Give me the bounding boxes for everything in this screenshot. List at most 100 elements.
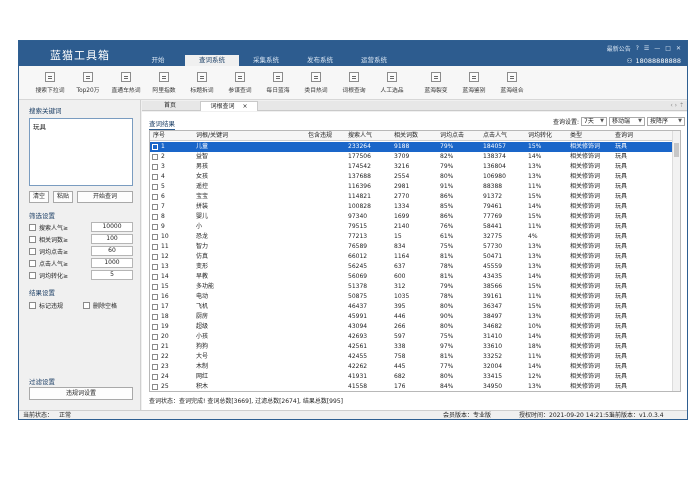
toolbar-button-11[interactable]: 蓝海鉴别	[455, 66, 493, 100]
column-header[interactable]: 类型	[570, 131, 582, 141]
filter-checkbox[interactable]	[29, 271, 36, 279]
sort-select[interactable]: 按降序 ▼	[647, 117, 685, 126]
column-header[interactable]: 相关词数	[394, 131, 418, 141]
violation-settings-button[interactable]: 违规词设置	[29, 387, 133, 400]
scrollbar-thumb[interactable]	[674, 143, 679, 157]
minimize-icon[interactable]: —	[654, 45, 660, 52]
toolbar-button-1[interactable]: Top20万	[69, 66, 107, 100]
table-row[interactable]: 6 宝宝 114821 2770 86% 91372 15% 相关修饰词 玩具	[150, 192, 672, 202]
table-row[interactable]: 18 厨房 45991 446 90% 38497 13% 相关修饰词 玩具	[150, 312, 672, 322]
close-icon[interactable]: ✕	[676, 45, 681, 52]
tab-home[interactable]: 首页	[157, 101, 183, 111]
user-phone[interactable]: ⚇ 18088888888	[627, 57, 681, 65]
row-checkbox[interactable]	[152, 364, 158, 370]
row-checkbox[interactable]	[152, 254, 158, 260]
table-row[interactable]: 11 智力 76589 834 75% 57730 13% 相关修饰词 玩具	[150, 242, 672, 252]
toolbar-button-6[interactable]: 每日蓝海	[259, 66, 297, 100]
tab-root-query[interactable]: 词根查词 ×	[200, 101, 258, 111]
remove-space-option[interactable]: 删除空格	[83, 300, 117, 310]
row-checkbox[interactable]	[152, 334, 158, 340]
toolbar-button-12[interactable]: 蓝海组合	[493, 66, 531, 100]
table-row[interactable]: 3 男孩 174542 3216 79% 136804 13% 相关修饰词 玩具	[150, 162, 672, 172]
filter-checkbox[interactable]	[29, 259, 36, 267]
filter-value-input[interactable]: 1000	[91, 258, 133, 268]
column-header[interactable]: 包含违规	[308, 131, 332, 141]
table-row[interactable]: 20 小孩 42693 597 75% 31410 14% 相关修饰词 玩具	[150, 332, 672, 342]
vertical-scrollbar[interactable]	[672, 131, 680, 391]
column-header[interactable]: 词均转化	[528, 131, 552, 141]
tab-close-icon[interactable]: ×	[242, 103, 247, 110]
row-checkbox[interactable]	[152, 304, 158, 310]
row-checkbox[interactable]	[152, 194, 158, 200]
table-row[interactable]: 23 木制 42262 445 77% 32004 14% 相关修饰词 玩具	[150, 362, 672, 372]
mark-violation-option[interactable]: 标记违规	[29, 300, 63, 310]
row-checkbox[interactable]	[152, 294, 158, 300]
row-checkbox[interactable]	[152, 244, 158, 250]
menu-item-3[interactable]: 发布系统	[293, 55, 347, 66]
row-checkbox[interactable]	[152, 184, 158, 190]
help-icon[interactable]: ?	[636, 45, 639, 52]
toolbar-button-8[interactable]: 词根查询	[335, 66, 373, 100]
table-row[interactable]: 17 飞机 46437 395 80% 36347 15% 相关修饰词 玩具	[150, 302, 672, 312]
toolbar-button-7[interactable]: 类目热词	[297, 66, 335, 100]
device-select[interactable]: 移动端 ▼	[609, 117, 645, 126]
table-row[interactable]: 16 电动 50875 1035 78% 39161 11% 相关修饰词 玩具	[150, 292, 672, 302]
table-row[interactable]: 5 遥控 116396 2981 91% 88388 11% 相关修饰词 玩具	[150, 182, 672, 192]
menu-item-2[interactable]: 采集系统	[239, 55, 293, 66]
filter-checkbox[interactable]	[29, 223, 36, 231]
row-checkbox[interactable]	[152, 174, 158, 180]
clear-button[interactable]: 清空	[29, 191, 49, 203]
toolbar-button-4[interactable]: 标题拆词	[183, 66, 221, 100]
paste-button[interactable]: 粘贴	[53, 191, 73, 203]
table-row[interactable]: 21 狗狗 42561 338 97% 33610 18% 相关修饰词 玩具	[150, 342, 672, 352]
period-select[interactable]: 7天 ▼	[581, 117, 607, 126]
table-row[interactable]: 9 小 79515 2140 76% 58441 11% 相关修饰词 玩具	[150, 222, 672, 232]
toolbar-button-10[interactable]: 蓝海裂变	[417, 66, 455, 100]
filter-checkbox[interactable]	[29, 235, 36, 243]
start-query-button[interactable]: 开始查词	[77, 191, 133, 203]
row-checkbox[interactable]	[152, 144, 158, 150]
row-checkbox[interactable]	[152, 234, 158, 240]
row-checkbox[interactable]	[152, 154, 158, 160]
row-checkbox[interactable]	[152, 284, 158, 290]
table-row[interactable]: 15 多功能 51378 312 79% 38566 15% 相关修饰词 玩具	[150, 282, 672, 292]
column-header[interactable]: 查询词	[615, 131, 633, 141]
keyword-input[interactable]: 玩具	[29, 118, 133, 186]
column-header[interactable]: 点击人气	[483, 131, 507, 141]
mark-violation-checkbox[interactable]	[29, 301, 36, 309]
maximize-icon[interactable]: □	[665, 45, 671, 52]
row-checkbox[interactable]	[152, 324, 158, 330]
remove-space-checkbox[interactable]	[83, 301, 90, 309]
filter-value-input[interactable]: 5	[91, 270, 133, 280]
table-row[interactable]: 22 大号 42455 758 81% 33252 11% 相关修饰词 玩具	[150, 352, 672, 362]
toolbar-button-9[interactable]: 人工选品	[373, 66, 411, 100]
toolbar-button-0[interactable]: 搜索下拉词	[31, 66, 69, 100]
toolbar-button-3[interactable]: 阿里指数	[145, 66, 183, 100]
filter-value-input[interactable]: 10000	[91, 222, 133, 232]
filter-value-input[interactable]: 60	[91, 246, 133, 256]
row-checkbox[interactable]	[152, 374, 158, 380]
row-checkbox[interactable]	[152, 164, 158, 170]
table-row[interactable]: 19 超级 43094 266 80% 34682 10% 相关修饰词 玩具	[150, 322, 672, 332]
tab-nav-icons[interactable]: ‹ › ⇡	[670, 101, 684, 111]
row-checkbox[interactable]	[152, 314, 158, 320]
row-checkbox[interactable]	[152, 384, 158, 390]
table-row[interactable]: 4 女孩 137688 2554 80% 106980 13% 相关修饰词 玩具	[150, 172, 672, 182]
toolbar-button-2[interactable]: 直通车热词	[107, 66, 145, 100]
table-row[interactable]: 24 网红 41931 682 80% 33415 12% 相关修饰词 玩具	[150, 372, 672, 382]
row-checkbox[interactable]	[152, 264, 158, 270]
filter-value-input[interactable]: 100	[91, 234, 133, 244]
table-row[interactable]: 1 儿童 233264 9188 79% 184057 15% 相关修饰词 玩具	[150, 142, 672, 152]
table-row[interactable]: 25 积木 41558 176 84% 34950 13% 相关修饰词 玩具	[150, 382, 672, 391]
column-header[interactable]: 词均点击	[440, 131, 464, 141]
table-row[interactable]: 12 仿真 66012 1164 81% 50471 13% 相关修饰词 玩具	[150, 252, 672, 262]
table-row[interactable]: 14 早教 56069 600 81% 43435 14% 相关修饰词 玩具	[150, 272, 672, 282]
row-checkbox[interactable]	[152, 224, 158, 230]
filter-checkbox[interactable]	[29, 247, 36, 255]
menu-icon[interactable]: ☰	[644, 45, 649, 52]
row-checkbox[interactable]	[152, 274, 158, 280]
table-row[interactable]: 2 益智 177506 3709 82% 138374 14% 相关修饰词 玩具	[150, 152, 672, 162]
column-header[interactable]: 搜索人气	[348, 131, 372, 141]
menu-item-1[interactable]: 查词系统	[185, 55, 239, 66]
row-checkbox[interactable]	[152, 344, 158, 350]
